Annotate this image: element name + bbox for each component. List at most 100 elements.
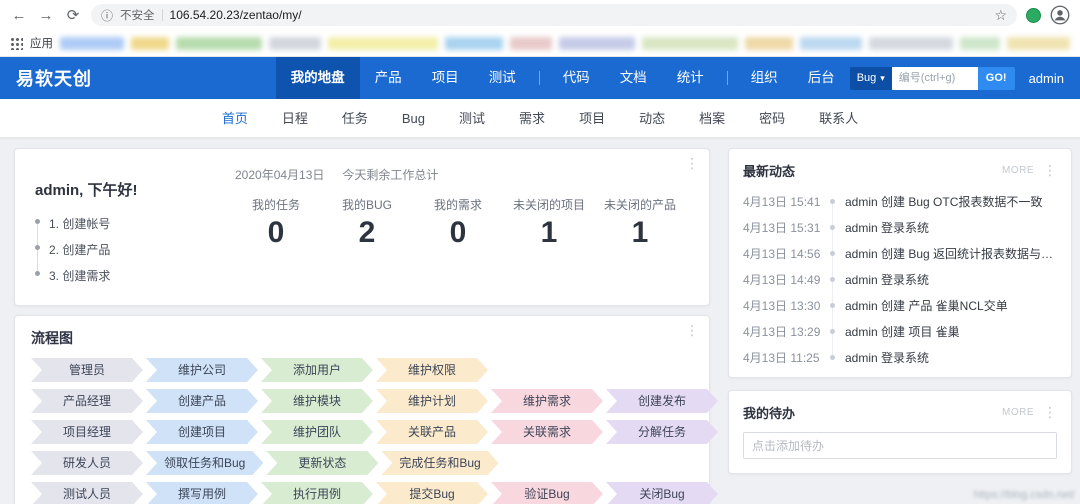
stat-value[interactable]: 1 (599, 216, 681, 250)
activity-text[interactable]: admin 创建 Bug 返回统计报表数据与数据库... (845, 245, 1057, 262)
timeline-dot-icon (830, 276, 835, 282)
nav-item-8[interactable]: 后台 (793, 57, 850, 99)
more-link[interactable]: MORE (1002, 407, 1034, 418)
activity-text[interactable]: admin 登录系统 (845, 349, 929, 366)
activity-text[interactable]: admin 创建 项目 雀巢 (845, 323, 960, 340)
flow-step-1-0[interactable]: 创建产品 (146, 389, 258, 413)
nav-item-5[interactable]: 文档 (605, 57, 662, 99)
flow-step-1-4[interactable]: 创建发布 (606, 389, 718, 413)
flow-step-2-2[interactable]: 关联产品 (376, 420, 488, 444)
nav-item-7[interactable]: 组织 (736, 57, 793, 99)
stat-label: 未关闭的项目 (512, 198, 585, 212)
tip-1[interactable]: 2. 创建产品 (35, 241, 221, 258)
left-column: admin, 下午好! 1. 创建帐号 2. 创建产品 3. 创建需求 2020年0… (14, 148, 710, 504)
flow-rows: 管理员 维护公司 添加用户 维护权限 产品经理 创建产品 维护模块 维护计划 维护需求 创建发布项… (31, 358, 693, 504)
flow-step-2-3[interactable]: 关联需求 (491, 420, 603, 444)
stat-value[interactable]: 1 (508, 216, 590, 250)
tip-2[interactable]: 3. 创建需求 (35, 267, 221, 284)
apps-grid-icon[interactable] (10, 36, 23, 50)
app-logo[interactable]: 易软天创 (16, 65, 116, 91)
flow-step-3-2[interactable]: 完成任务和Bug (381, 451, 498, 475)
activity-text[interactable]: admin 登录系统 (845, 271, 929, 288)
subnav-item-1[interactable]: 日程 (265, 99, 325, 138)
activity-time: 4月13日 13:30 (743, 298, 821, 313)
flow-step-1-3[interactable]: 维护需求 (491, 389, 603, 413)
info-icon[interactable] (101, 7, 113, 24)
apps-label[interactable]: 应用 (30, 35, 53, 51)
subnav-item-3[interactable]: Bug (385, 99, 442, 138)
nav-item-3[interactable]: 测试 (474, 57, 531, 99)
timeline-dot-icon (830, 198, 835, 204)
subnav-item-4[interactable]: 测试 (442, 99, 502, 138)
bookmark-star-icon[interactable] (994, 7, 1007, 24)
subnav-item-7[interactable]: 动态 (622, 99, 682, 138)
extension-icon[interactable] (1026, 7, 1041, 23)
blurred-bookmarks (60, 36, 1070, 50)
nav-item-1[interactable]: 产品 (360, 57, 417, 99)
kebab-menu-icon[interactable] (1043, 162, 1057, 179)
subnav-item-10[interactable]: 联系人 (802, 99, 875, 138)
forward-icon[interactable] (37, 7, 55, 24)
activity-item-4: 4月13日 13:30 admin 创建 产品 雀巢NCL交单 (743, 292, 1057, 318)
stat-value[interactable]: 0 (417, 216, 499, 250)
flow-step-2-1[interactable]: 维护团队 (261, 420, 373, 444)
profile-icon[interactable] (1050, 5, 1070, 25)
search-input[interactable] (891, 66, 978, 90)
flow-row-0: 管理员 维护公司 添加用户 维护权限 (31, 358, 693, 382)
activity-text[interactable]: admin 创建 产品 雀巢NCL交单 (845, 297, 1008, 314)
activity-list: 4月13日 15:41 admin 创建 Bug OTC报表数据不一致 4月13日 … (743, 188, 1057, 370)
stat-0: 我的任务 0 (235, 196, 317, 250)
go-button[interactable]: GO! (977, 66, 1015, 90)
subnav-item-0[interactable]: 首页 (205, 99, 265, 138)
summary-label: 今天剩余工作总计 (342, 168, 439, 182)
back-icon[interactable] (10, 7, 28, 24)
stat-value[interactable]: 0 (235, 216, 317, 250)
url-text[interactable]: 106.54.20.23/zentao/my/ (170, 8, 302, 22)
subnav-item-2[interactable]: 任务 (325, 99, 385, 138)
flow-step-0-2[interactable]: 维护权限 (376, 358, 488, 382)
nav-item-6[interactable]: 统计 (662, 57, 719, 99)
flow-step-3-0[interactable]: 领取任务和Bug (146, 451, 263, 475)
activity-text[interactable]: admin 创建 Bug OTC报表数据不一致 (845, 193, 1042, 210)
todo-input[interactable] (743, 432, 1057, 459)
flow-step-0-1[interactable]: 添加用户 (261, 358, 373, 382)
flow-step-2-4[interactable]: 分解任务 (606, 420, 718, 444)
timeline-dot-icon (830, 354, 835, 360)
flow-step-2-0[interactable]: 创建项目 (146, 420, 258, 444)
activity-item-1: 4月13日 15:31 admin 登录系统 (743, 214, 1057, 240)
flow-role-0: 管理员 (31, 358, 143, 382)
activity-text[interactable]: admin 登录系统 (845, 219, 929, 236)
kebab-menu-icon[interactable] (685, 322, 699, 339)
flow-step-0-0[interactable]: 维护公司 (146, 358, 258, 382)
watermark: https://blog.csdn.net/ (973, 489, 1075, 501)
kebab-menu-icon[interactable] (1043, 404, 1057, 421)
subnav-item-5[interactable]: 需求 (502, 99, 562, 138)
nav-item-4[interactable]: 代码 (548, 57, 605, 99)
address-bar[interactable]: 不安全 106.54.20.23/zentao/my/ (91, 4, 1017, 26)
flow-step-4-2[interactable]: 提交Bug (376, 482, 488, 504)
flow-step-1-2[interactable]: 维护计划 (376, 389, 488, 413)
flow-step-4-3[interactable]: 验证Bug (491, 482, 603, 504)
flow-role-2: 项目经理 (31, 420, 143, 444)
kebab-menu-icon[interactable] (685, 155, 699, 172)
flow-step-1-1[interactable]: 维护模块 (261, 389, 373, 413)
search-type-dropdown[interactable]: Bug (849, 66, 892, 90)
flow-step-3-1[interactable]: 更新状态 (266, 451, 378, 475)
tip-0[interactable]: 1. 创建帐号 (35, 215, 221, 232)
todo-header-actions: MORE (1002, 404, 1057, 421)
activity-item-2: 4月13日 14:56 admin 创建 Bug 返回统计报表数据与数据库... (743, 240, 1057, 266)
flow-step-4-1[interactable]: 执行用例 (261, 482, 373, 504)
user-menu[interactable]: admin (1029, 71, 1064, 86)
reload-icon[interactable] (64, 6, 82, 24)
subnav-item-8[interactable]: 档案 (682, 99, 742, 138)
flow-step-4-4[interactable]: 关闭Bug (606, 482, 718, 504)
nav-item-0[interactable]: 我的地盘 (275, 57, 360, 99)
activity-time: 4月13日 15:41 (743, 194, 821, 209)
main-nav: 我的地盘 产品 项目 测试 代码 文档 统计 组织 后台 (275, 57, 850, 99)
flow-step-4-0[interactable]: 撰写用例 (146, 482, 258, 504)
more-link[interactable]: MORE (1002, 165, 1034, 176)
subnav-item-9[interactable]: 密码 (742, 99, 802, 138)
stat-value[interactable]: 2 (326, 216, 408, 250)
subnav-item-6[interactable]: 项目 (562, 99, 622, 138)
nav-item-2[interactable]: 项目 (417, 57, 474, 99)
